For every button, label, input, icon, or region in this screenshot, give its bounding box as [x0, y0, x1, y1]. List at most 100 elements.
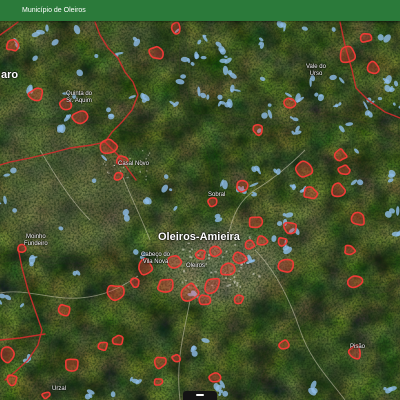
urban-area	[248, 216, 264, 229]
building	[241, 263, 243, 265]
parish-label: Oleiros-Amieira	[158, 231, 240, 243]
urban-area	[220, 262, 236, 276]
building	[108, 172, 110, 174]
building	[239, 285, 241, 288]
bottom-panel-toggle-button[interactable]	[183, 391, 217, 400]
building	[105, 164, 107, 166]
place-label-town: Oleiros	[186, 263, 206, 269]
place-label-line: Vale do	[306, 64, 326, 70]
urban-area	[65, 358, 79, 372]
urban-area	[277, 258, 295, 273]
urban-area	[171, 353, 182, 363]
building	[221, 256, 224, 258]
building	[104, 161, 106, 163]
place-label-urzal: Urzal	[52, 386, 67, 392]
building	[127, 176, 129, 178]
urban-area	[209, 245, 223, 258]
building	[145, 179, 147, 181]
urban-area	[57, 303, 71, 317]
building	[107, 171, 109, 173]
map-canvas[interactable]: aro Quinta do Sr. Aquim Vale do Urso Cas…	[0, 0, 400, 400]
place-label-casal-novo: Casal Novo	[118, 161, 150, 167]
place-label-line: Urso	[309, 70, 323, 77]
panel-handle-icon	[196, 394, 204, 396]
building	[249, 238, 251, 240]
urban-area	[233, 294, 245, 305]
place-label-quinta: Quinta do Sr. Aquim	[66, 91, 92, 104]
building	[190, 256, 193, 259]
building	[225, 250, 228, 253]
urban-area	[170, 21, 181, 35]
building	[205, 262, 207, 265]
building	[181, 281, 184, 284]
building	[208, 257, 210, 260]
building	[214, 270, 217, 273]
building	[188, 250, 191, 253]
building	[149, 152, 151, 154]
building	[184, 279, 188, 281]
place-label-line: Vila Nova	[142, 258, 169, 265]
urban-area	[350, 211, 365, 226]
urban-area	[194, 249, 207, 260]
app-title: Município de Oleiros	[22, 7, 86, 14]
urban-area	[5, 38, 20, 52]
urban-area	[6, 374, 18, 387]
building	[129, 157, 131, 160]
building	[139, 170, 141, 172]
building	[126, 177, 128, 179]
urban-area	[244, 239, 256, 250]
urban-area	[106, 284, 125, 302]
urban-area	[207, 196, 218, 208]
urban-area	[148, 45, 164, 60]
building	[146, 170, 148, 172]
building	[226, 285, 229, 287]
building	[236, 282, 239, 285]
building	[102, 163, 105, 165]
app-header: Município de Oleiros	[0, 0, 400, 21]
place-label-pisao: Pisão	[350, 344, 366, 350]
building	[147, 154, 149, 156]
urban-area	[359, 32, 373, 43]
place-label-partial: aro	[1, 69, 19, 81]
urban-area	[156, 278, 174, 293]
building	[236, 284, 239, 287]
building	[191, 248, 193, 251]
urban-area	[277, 236, 288, 247]
building	[228, 284, 231, 286]
place-label-line: Cabeço do	[141, 252, 171, 258]
building	[189, 255, 191, 258]
place-label-line: Sr. Aquim	[66, 97, 92, 104]
place-label-line: Fundeiro	[24, 240, 48, 247]
urban-area	[113, 171, 124, 181]
urban-area	[153, 378, 164, 386]
place-label-cabeco: Cabeço do Vila Nova	[141, 252, 170, 265]
place-label-sobral: Sobral	[208, 192, 226, 198]
urban-area	[198, 294, 212, 306]
building	[233, 280, 236, 283]
building	[113, 164, 115, 167]
urban-area	[283, 221, 298, 235]
place-label-vale: Vale do Urso	[306, 64, 326, 77]
building	[234, 244, 237, 246]
building	[229, 278, 232, 281]
building	[197, 279, 199, 282]
building	[225, 277, 227, 279]
urban-area	[283, 97, 297, 109]
building	[238, 270, 240, 272]
place-label-line: Moinho	[26, 234, 46, 240]
place-label-line: Quinta do	[66, 91, 93, 97]
building	[182, 248, 185, 251]
map-imagery[interactable]	[0, 0, 400, 400]
building	[258, 275, 261, 278]
building	[145, 175, 147, 177]
building	[240, 267, 243, 269]
place-label-moinho: Moinho Fundeiro	[24, 234, 48, 247]
urban-area	[236, 179, 249, 193]
building	[252, 272, 255, 275]
building	[233, 276, 236, 279]
urban-area	[208, 372, 222, 383]
map-app: aro Quinta do Sr. Aquim Vale do Urso Cas…	[0, 0, 400, 400]
building	[210, 271, 213, 274]
building	[248, 236, 251, 238]
building	[183, 270, 186, 273]
